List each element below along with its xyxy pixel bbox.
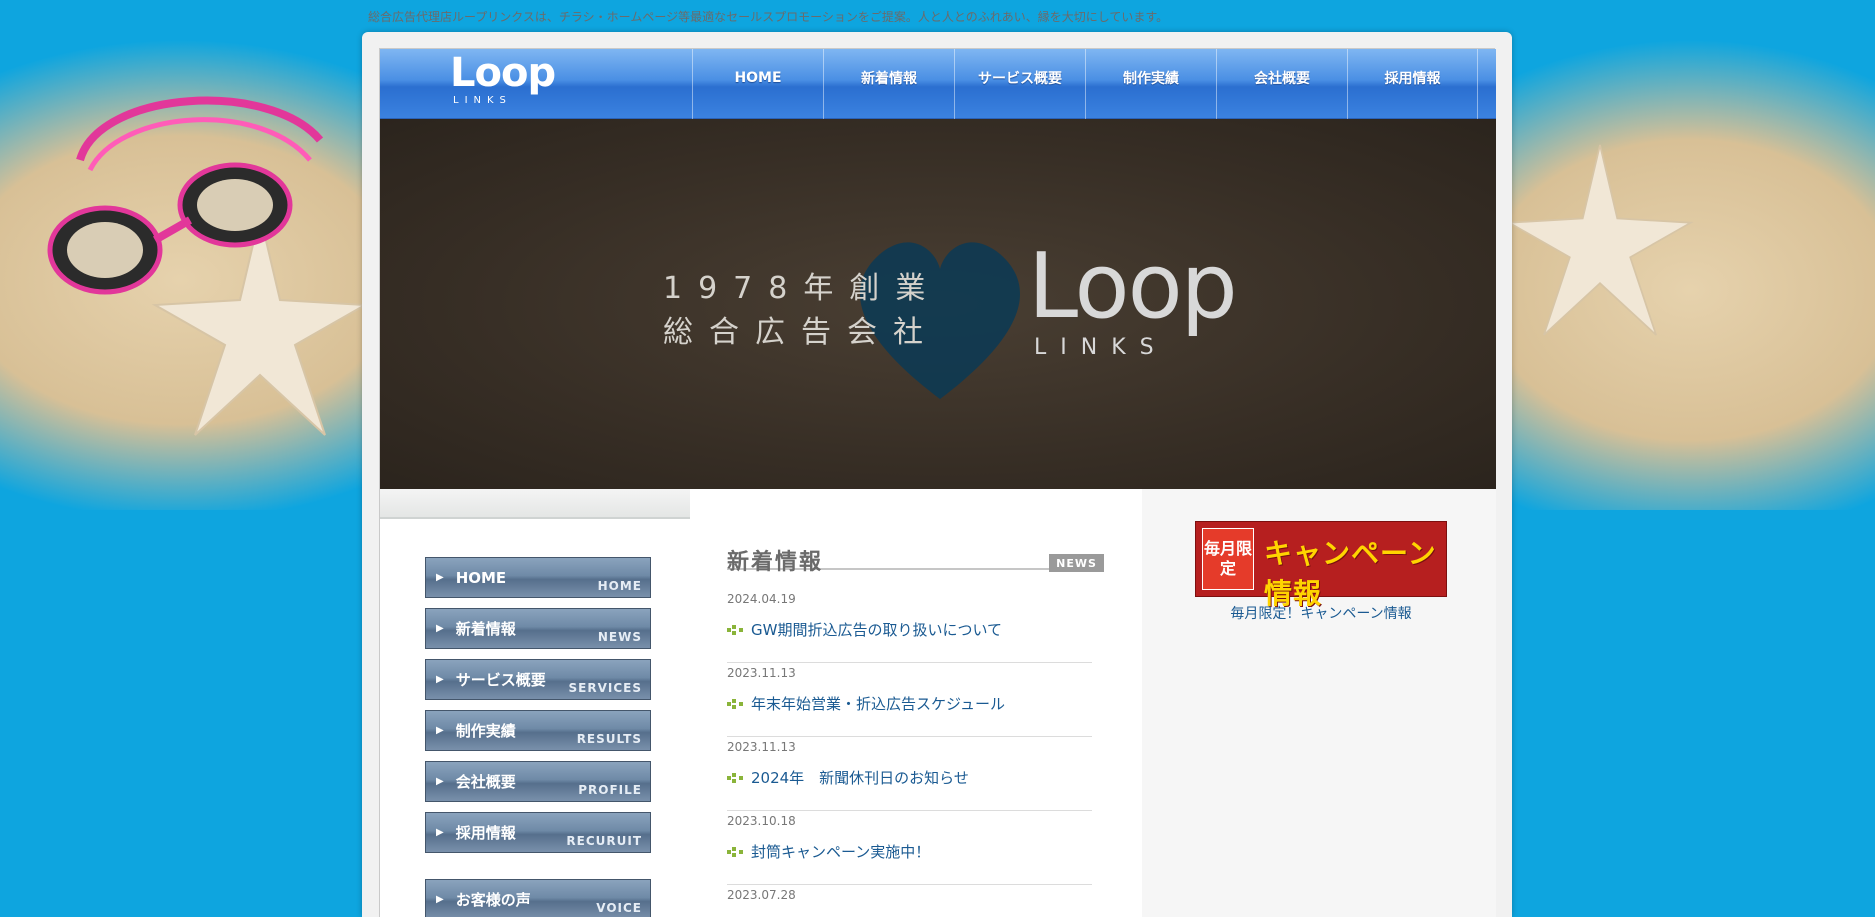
nav-item-results[interactable]: 制作実績: [1085, 49, 1216, 119]
site-tagline: 総合広告代理店ループリンクスは、チラシ・ホームページ等最適なセールスプロモーショ…: [368, 10, 1169, 24]
news-item: 2024.04.19 GW期間折込広告の取り扱いについて: [727, 589, 1092, 663]
news-item: 2023.11.13 年末年始営業・折込広告スケジュール: [727, 663, 1092, 737]
news-date: 2023.11.13: [727, 666, 796, 680]
campaign-caption-link[interactable]: 毎月限定！キャンペーン情報: [1195, 603, 1447, 623]
page-container: Loop LINKS HOME 新着情報 サービス概要 制作実績 会社概要 採用…: [362, 32, 1512, 917]
sidebar-item-profile[interactable]: ▶ 会社概要 PROFILE: [425, 761, 651, 802]
logo-sub-text: LINKS: [453, 95, 512, 106]
logo-main-text: Loop: [450, 50, 556, 96]
news-link-text: 封筒キャンペーン実施中！: [751, 843, 931, 861]
triangle-right-icon: ▶: [436, 572, 444, 583]
nav-item-recruit[interactable]: 採用情報: [1347, 49, 1478, 119]
news-date: 2023.11.13: [727, 740, 796, 754]
sidebar-item-en: HOME: [597, 579, 642, 593]
site-header: Loop LINKS HOME 新着情報 サービス概要 制作実績 会社概要 採用…: [380, 49, 1496, 119]
sidebar: ▶ HOME HOME ▶ 新着情報 NEWS ▶ サービス概要 SERVICE…: [380, 521, 690, 917]
news-title: 新着情報: [727, 550, 824, 575]
triangle-right-icon: ▶: [436, 894, 444, 905]
goggles-icon: [47, 96, 324, 295]
sidebar-item-en: RECURUIT: [566, 834, 642, 848]
campaign-banner[interactable]: 毎月限定 キャンペーン情報: [1195, 521, 1447, 610]
news-date: 2024.04.19: [727, 592, 796, 606]
sidebar-item-recruit[interactable]: ▶ 採用情報 RECURUIT: [425, 812, 651, 853]
campaign-badge: 毎月限定: [1202, 528, 1254, 590]
hero-logo: Loop LINKS: [1028, 234, 1238, 361]
nav-item-profile[interactable]: 会社概要: [1216, 49, 1347, 119]
nav-item-home[interactable]: HOME: [692, 49, 823, 119]
bullet-icon: [727, 772, 743, 783]
news-date: 2023.10.18: [727, 814, 796, 828]
news-link[interactable]: 年末年始営業・折込広告スケジュール: [727, 693, 1092, 714]
site-logo[interactable]: Loop LINKS: [450, 50, 556, 106]
triangle-right-icon: ▶: [436, 827, 444, 838]
sidebar-item-en: PROFILE: [578, 783, 642, 797]
news-link-text: GW期間折込広告の取り扱いについて: [751, 621, 1003, 639]
news-heading: 新着情報 NEWS: [727, 544, 1104, 575]
news-link[interactable]: 2024年 新聞休刊日のお知らせ: [727, 767, 1092, 788]
bullet-icon: [727, 698, 743, 709]
campaign-title: キャンペーン情報: [1264, 537, 1437, 610]
sidebar-item-label: 会社概要: [455, 773, 516, 791]
sidebar-item-en: VOICE: [596, 901, 642, 915]
sidebar-item-label: 採用情報: [455, 824, 516, 842]
sidebar-item-en: NEWS: [597, 630, 642, 644]
sidebar-item-en: RESULTS: [576, 732, 642, 746]
sidebar-item-label: HOME: [455, 568, 507, 587]
sidebar-item-label: 新着情報: [455, 620, 516, 638]
news-section: 新着情報 NEWS 2024.04.19 GW期間折込広告の取り扱いについて 2…: [690, 489, 1142, 917]
nav-item-services[interactable]: サービス概要: [954, 49, 1085, 119]
triangle-right-icon: ▶: [436, 725, 444, 736]
sidebar-item-results[interactable]: ▶ 制作実績 RESULTS: [425, 710, 651, 751]
hero-copy-line1: 1978年創業: [663, 271, 942, 306]
news-link-text: 2024年 新聞休刊日のお知らせ: [751, 769, 969, 787]
triangle-right-icon: ▶: [436, 776, 444, 787]
hero-copy: 1978年創業 総合広告会社: [663, 267, 941, 355]
sidebar-item-news[interactable]: ▶ 新着情報 NEWS: [425, 608, 651, 649]
triangle-right-icon: ▶: [436, 674, 444, 685]
sidebar-item-home[interactable]: ▶ HOME HOME: [425, 557, 651, 598]
news-link-text: 年末年始営業・折込広告スケジュール: [751, 695, 1005, 713]
hero-banner: 1978年創業 総合広告会社 Loop LINKS: [380, 119, 1496, 489]
sidebar-item-en: SERVICES: [568, 681, 642, 695]
sidebar-item-label: お客様の声: [455, 891, 531, 909]
starfish-icon: [1506, 144, 1694, 336]
triangle-right-icon: ▶: [436, 623, 444, 634]
sidebar-item-voice[interactable]: ▶ お客様の声 VOICE: [425, 879, 651, 917]
news-item: 2023.11.13 2024年 新聞休刊日のお知らせ: [727, 737, 1092, 811]
sidebar-item-label: サービス概要: [455, 671, 546, 689]
nav-item-news[interactable]: 新着情報: [823, 49, 954, 119]
hero-copy-line2: 総合広告会社: [663, 315, 939, 350]
right-column: 毎月限定 キャンペーン情報 毎月限定！キャンペーン情報: [1142, 489, 1496, 917]
news-item: 2023.10.18 封筒キャンペーン実施中！: [727, 811, 1092, 885]
bullet-icon: [727, 846, 743, 857]
news-link[interactable]: GW期間折込広告の取り扱いについて: [727, 619, 1092, 640]
page-inner: Loop LINKS HOME 新着情報 サービス概要 制作実績 会社概要 採用…: [379, 48, 1496, 917]
bullet-icon: [727, 624, 743, 635]
sidebar-item-label: 制作実績: [455, 722, 516, 740]
news-list: 2024.04.19 GW期間折込広告の取り扱いについて 2023.11.13 …: [727, 589, 1092, 917]
news-badge: NEWS: [1049, 554, 1104, 572]
sidebar-item-services[interactable]: ▶ サービス概要 SERVICES: [425, 659, 651, 700]
news-link[interactable]: 封筒キャンペーン実施中！: [727, 841, 1092, 862]
news-date: 2023.07.28: [727, 888, 796, 902]
hero-logo-main: Loop: [1028, 234, 1238, 339]
news-item: 2023.07.28: [727, 885, 1092, 917]
global-nav: HOME 新着情報 サービス概要 制作実績 会社概要 採用情報: [692, 49, 1478, 119]
